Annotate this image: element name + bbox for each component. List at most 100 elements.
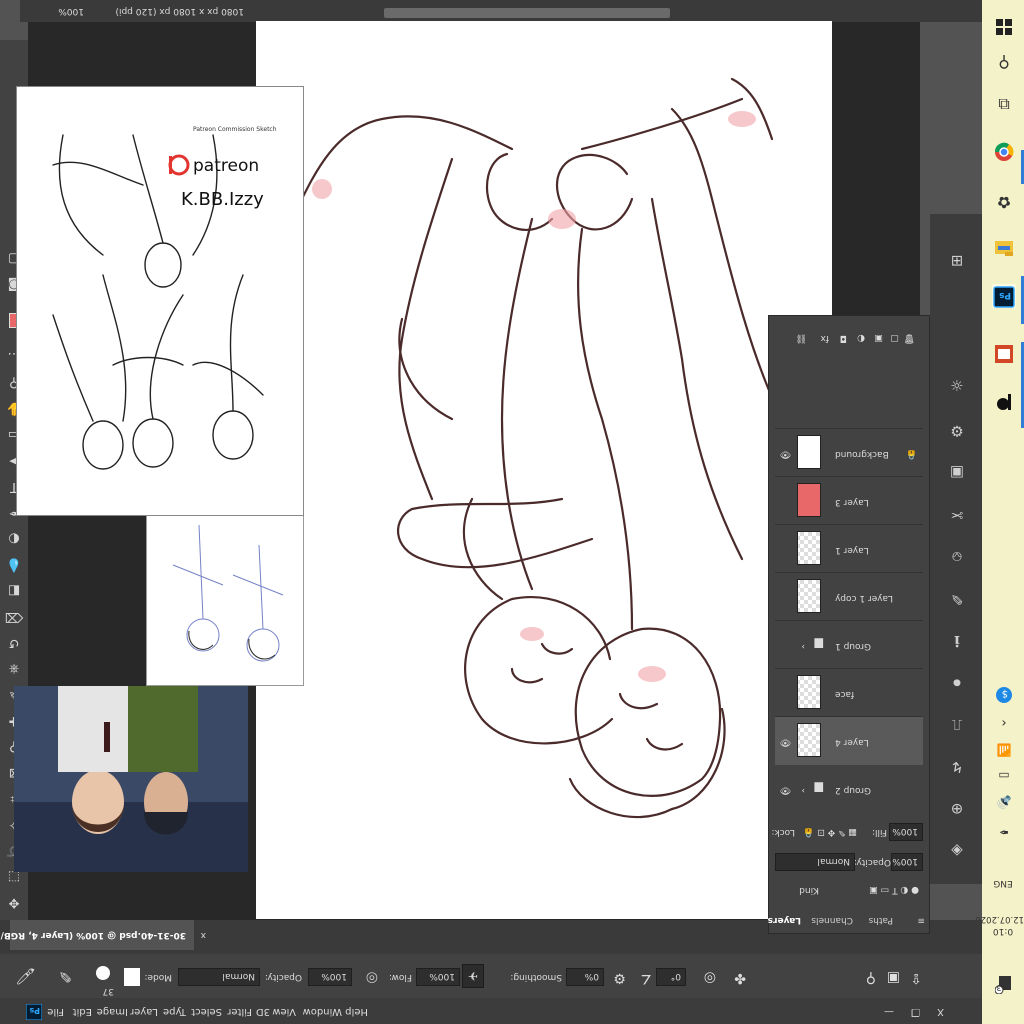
adjustments-panel-icon[interactable]: ⊕ [944, 796, 970, 822]
workspace-icon[interactable]: ▣ [887, 970, 900, 986]
brush-tool-preset-icon[interactable]: 🖌 [16, 967, 36, 986]
layer-row[interactable]: Layer 1 copy [775, 572, 923, 621]
eye-visible-icon[interactable]: 👁 [780, 737, 791, 747]
onedrive-icon[interactable]: $ [992, 680, 1016, 704]
windows-start-icon[interactable] [992, 12, 1016, 36]
new-group-icon[interactable]: ▣ [874, 333, 883, 343]
filter-icons[interactable]: ● ◐ T ▭ ▣ [869, 885, 919, 895]
blend-mode-select[interactable]: Normal [775, 853, 855, 871]
search-icon[interactable]: ⚲ [866, 970, 876, 986]
opacity-input[interactable]: 100% [308, 968, 352, 986]
dodge-tool-icon[interactable]: ◐ [4, 528, 24, 548]
file-explorer-icon[interactable] [992, 234, 1016, 258]
battery-icon[interactable]: ▭ [992, 764, 1016, 788]
layer-row[interactable]: face [775, 668, 923, 717]
grid-panel-icon[interactable]: ⊞ [944, 248, 970, 274]
layer-mask-icon[interactable]: ◘ [840, 333, 847, 343]
layer-row[interactable]: Layer 3 [775, 476, 923, 525]
menu-3d[interactable]: 3D [256, 1006, 270, 1017]
menu-help[interactable]: Help [345, 1006, 368, 1017]
pressure-opacity-icon[interactable]: ◎ [366, 970, 378, 986]
tab-channels[interactable]: Channels [811, 915, 853, 925]
brush-settings-icon[interactable] [124, 968, 140, 986]
clock-time[interactable]: 0:10 [982, 926, 1024, 936]
properties-panel-icon[interactable]: ◈ [944, 838, 970, 864]
pressure-size-icon[interactable]: ◎ [704, 970, 716, 986]
fill-input[interactable]: 100% [889, 823, 923, 841]
brush-settings-panel-icon[interactable]: ⎍ [944, 712, 970, 738]
volume-icon[interactable]: 🔊 [992, 790, 1016, 814]
brush-panel-icon[interactable]: ✎ [944, 586, 970, 612]
gradient-tool-icon[interactable]: ◧ [4, 580, 24, 600]
tab-paths[interactable]: Paths [869, 915, 893, 925]
layer-opacity-input[interactable]: 100% [891, 853, 923, 871]
menu-edit[interactable]: Edit [73, 1006, 92, 1017]
menu-view[interactable]: View [272, 1006, 296, 1017]
flow-input[interactable]: 100% [416, 968, 460, 986]
history-brush-icon[interactable]: ↺ [4, 632, 24, 652]
mode-select[interactable]: Normal [178, 968, 260, 986]
layer-row[interactable]: › ▆ Group 1 [775, 620, 923, 669]
clock-date[interactable]: 12.07.2020 [975, 914, 1024, 924]
canvas[interactable] [256, 21, 832, 919]
document-tab[interactable]: 30-31-40.psd @ 100% (Layer 4, RGB/8#) x [0, 920, 206, 950]
menu-layer[interactable]: Layer [130, 1006, 158, 1017]
airbrush-toggle[interactable]: ✈ [462, 964, 484, 988]
info-panel-icon[interactable]: ⏺ [944, 670, 970, 696]
group-chevron-icon[interactable]: › [801, 641, 805, 651]
menu-window[interactable]: Window [303, 1006, 342, 1017]
layer-row[interactable]: 👁 Background 🔒 [775, 428, 923, 477]
adjust-panel-icon[interactable]: ⚙ [944, 418, 970, 444]
document-info[interactable]: 1080 px x 1080 px (120 ppi) [115, 6, 244, 16]
character-panel-icon[interactable]: ℹ [944, 628, 970, 654]
eye-visible-icon[interactable]: 👁 [780, 449, 791, 459]
symmetry-icon[interactable]: ✤ [734, 970, 746, 986]
restore-button[interactable]: ❐ [911, 1006, 920, 1017]
smoothing-settings-icon[interactable]: ⚙ [613, 970, 626, 986]
menu-type[interactable]: Type [163, 1006, 186, 1017]
libraries-panel-icon[interactable]: ☼ [944, 372, 970, 398]
angle-input[interactable]: 0° [656, 968, 686, 986]
minimize-button[interactable]: — [884, 1006, 894, 1017]
eraser-tool-icon[interactable]: ⌫ [4, 606, 24, 626]
menu-select[interactable]: Select [191, 1006, 222, 1017]
layer-style-icon[interactable]: fx [821, 333, 830, 343]
group-chevron-icon[interactable]: › [801, 785, 805, 795]
chrome-icon[interactable] [992, 138, 1016, 162]
move-tool-icon[interactable]: ✥ [4, 892, 24, 912]
layer-row[interactable]: Layer 1 [775, 524, 923, 573]
layer-row[interactable]: 👁 Layer 4 [775, 716, 923, 765]
photoshop-logo[interactable]: Ps [24, 1002, 43, 1021]
menu-filter[interactable]: Filter [227, 1006, 252, 1017]
blur-tool-icon[interactable]: 💧 [4, 554, 24, 574]
slides-app-icon[interactable] [992, 340, 1016, 364]
task-view-icon[interactable]: ⧉ [992, 92, 1016, 116]
brush-icon[interactable]: ✎ [59, 967, 72, 986]
clone-source-panel-icon[interactable]: ⎉ [944, 544, 970, 570]
zoom-level[interactable]: 100% [58, 6, 84, 16]
pinwheel-app-icon[interactable]: ✿ [992, 190, 1016, 214]
navigator-panel-icon[interactable]: ▣ [944, 460, 970, 486]
share-icon[interactable]: ⇪ [910, 970, 922, 986]
menu-image[interactable]: Image [97, 1006, 128, 1017]
delete-layer-icon[interactable]: 🗑 [904, 333, 915, 343]
paths-panel-icon[interactable]: ↯ [944, 754, 970, 780]
network-icon[interactable]: 📶 [992, 738, 1016, 762]
pen-icon[interactable]: ✒ [992, 820, 1016, 844]
link-layers-icon[interactable]: ⛓ [796, 333, 807, 343]
patreon-taskbar-icon[interactable] [992, 388, 1016, 412]
stamp-tool-icon[interactable]: ⎈ [4, 658, 24, 678]
photoshop-taskbar-icon[interactable]: Ps [992, 284, 1016, 308]
smoothing-input[interactable]: 0% [566, 968, 604, 986]
layer-kind-select[interactable]: Kind [799, 885, 819, 895]
language-indicator[interactable]: ENG [986, 878, 1020, 888]
tab-layers[interactable]: Layers [768, 915, 801, 925]
menu-file[interactable]: File [47, 1006, 64, 1017]
new-layer-icon[interactable]: ▢ [890, 333, 899, 343]
lock-icons[interactable]: ▦ ✎ ✥ ⊡ 🔒 [803, 827, 857, 837]
eye-visible-icon[interactable]: 👁 [780, 785, 791, 795]
panel-menu-icon[interactable]: ≡ [917, 915, 925, 925]
horizontal-scrollbar-thumb[interactable] [384, 8, 670, 18]
search-icon[interactable]: ⚲ [992, 50, 1016, 74]
document-tab-close[interactable]: x [201, 930, 206, 940]
